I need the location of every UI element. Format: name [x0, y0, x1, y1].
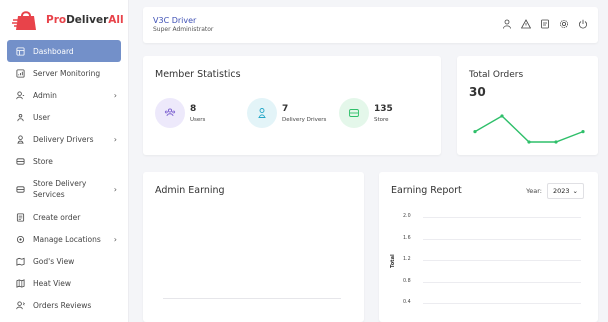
y-tick-label: 0.4 [403, 300, 411, 305]
location-icon [15, 234, 25, 244]
sidebar: ProDeliverAll Dashboard Server Monitoring… [0, 0, 129, 322]
gridline [423, 260, 581, 261]
dashboard-icon [15, 46, 25, 56]
stat-label: Delivery Drivers [282, 116, 327, 123]
sidebar-item-server-monitoring[interactable]: Server Monitoring [7, 62, 121, 84]
logo[interactable]: ProDeliverAll [0, 0, 128, 40]
sidebar-nav: Dashboard Server Monitoring Admin › User Deli… [0, 40, 128, 316]
orders-value: 30 [469, 85, 486, 99]
member-statistics-card: Member Statistics 8 Users 7 Delivery Drive… [143, 56, 441, 155]
brand-name: ProDeliverAll [46, 14, 124, 26]
gridline [423, 238, 581, 240]
sidebar-item-label: Dashboard [33, 46, 74, 56]
stat-value: 7 [282, 103, 289, 114]
gridline [423, 217, 581, 218]
chevron-right-icon: › [113, 134, 117, 144]
sidebar-item-dashboard[interactable]: Dashboard [7, 40, 121, 62]
sidebar-item-label: God's View [33, 256, 75, 266]
monitor-icon [15, 68, 25, 78]
sidebar-item-label: Create order [33, 212, 81, 222]
map-icon [15, 256, 25, 266]
admin-earning-card: Admin Earning [143, 172, 364, 322]
sidebar-item-store[interactable]: Store [7, 150, 121, 172]
sparkline-point [581, 130, 585, 134]
card-title: Member Statistics [155, 69, 241, 80]
sidebar-item-orders-reviews[interactable]: Orders Reviews [7, 294, 121, 316]
chevron-right-icon: › [113, 184, 117, 194]
store-icon [15, 156, 25, 166]
card-title: Admin Earning [155, 185, 225, 196]
sidebar-item-label: Heat View [33, 278, 71, 288]
document-icon[interactable] [540, 19, 550, 29]
shopping-bag-icon [12, 8, 40, 32]
users-icon [155, 98, 185, 128]
stat-value: 135 [374, 103, 393, 114]
stat-label: Users [190, 116, 206, 123]
account-role: Super Administrator [153, 26, 214, 33]
y-axis-label: Total [390, 254, 396, 268]
orders-sparkline [473, 114, 585, 144]
review-icon [15, 300, 25, 310]
chevron-down-icon: ⌄ [572, 187, 578, 195]
chevron-right-icon: › [113, 234, 117, 244]
users-icon [15, 112, 25, 122]
sidebar-item-store-delivery-services[interactable]: Store Delivery Services › [7, 172, 121, 206]
stat-users[interactable]: 8 Users [155, 98, 205, 128]
sidebar-item-label: Delivery Drivers [33, 134, 94, 144]
year-label: Year: [526, 187, 542, 195]
gridline [423, 303, 581, 304]
stat-delivery-drivers[interactable]: 7 Delivery Drivers [247, 98, 326, 128]
sparkline-point [473, 130, 477, 134]
sidebar-item-label: Manage Locations [33, 234, 101, 244]
sparkline-point [554, 140, 558, 144]
y-tick-label: 1.6 [403, 235, 411, 241]
driver-icon [247, 98, 277, 128]
store-delivery-icon [15, 184, 25, 194]
total-orders-card: Total Orders 30 [457, 56, 598, 155]
driver-icon [15, 134, 25, 144]
user-icon[interactable] [502, 19, 512, 29]
y-tick-label: 2.0 [403, 214, 411, 219]
sidebar-item-create-order[interactable]: Create order [7, 206, 121, 228]
stat-value: 8 [190, 103, 197, 114]
store-icon [339, 98, 369, 128]
sparkline-point [500, 114, 504, 118]
sparkline-point [527, 140, 531, 144]
sidebar-item-label: Store Delivery Services [33, 179, 87, 199]
sidebar-item-god-s-view[interactable]: God's View [7, 250, 121, 272]
sidebar-item-delivery-drivers[interactable]: Delivery Drivers › [7, 128, 121, 150]
sparkline-path [474, 115, 584, 143]
top-bar: V3C Driver Super Administrator [143, 7, 598, 43]
heatmap-icon [15, 278, 25, 288]
stat-label: Store [374, 116, 389, 123]
sidebar-item-user[interactable]: User [7, 106, 121, 128]
warning-icon[interactable] [521, 19, 531, 29]
sidebar-item-label: User [33, 112, 51, 122]
admin-icon [15, 90, 25, 100]
gridline [423, 281, 581, 283]
account-name[interactable]: V3C Driver [153, 16, 196, 25]
year-select[interactable]: 2023 ⌄ [547, 183, 584, 199]
sidebar-item-label: Admin [33, 90, 57, 100]
sidebar-item-manage-locations[interactable]: Manage Locations › [7, 228, 121, 250]
chart-baseline [163, 298, 341, 299]
sidebar-item-label: Store [33, 156, 53, 166]
sidebar-item-heat-view[interactable]: Heat View [7, 272, 121, 294]
order-icon [15, 212, 25, 222]
chevron-right-icon: › [113, 90, 117, 100]
card-title: Earning Report [391, 185, 462, 196]
gear-icon[interactable] [559, 19, 569, 29]
card-title: Total Orders [469, 70, 524, 80]
y-tick-label: 0.8 [403, 278, 411, 284]
stat-store[interactable]: 135 Store [339, 98, 393, 128]
year-value: 2023 [553, 187, 570, 195]
sidebar-item-admin[interactable]: Admin › [7, 84, 121, 106]
sidebar-item-label: Orders Reviews [33, 300, 92, 310]
earning-report-card: Earning Report Year: 2023 ⌄ 2.0 1.6 1.2 0.8 0… [379, 172, 598, 322]
power-icon[interactable] [578, 19, 588, 29]
sidebar-item-label: Server Monitoring [33, 68, 101, 78]
y-tick-label: 1.2 [403, 257, 411, 262]
